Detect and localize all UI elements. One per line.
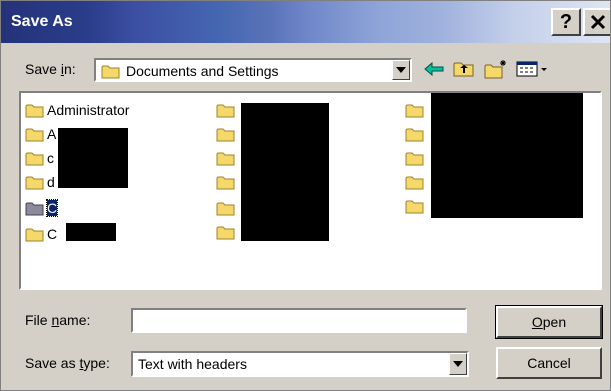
folder-icon xyxy=(25,152,44,165)
file-name-label: File name: xyxy=(25,312,91,328)
chevron-down-icon[interactable] xyxy=(392,60,410,80)
back-arrow-icon[interactable] xyxy=(421,57,447,81)
redaction-block xyxy=(241,103,329,241)
file-name-field[interactable] xyxy=(131,308,467,333)
close-button[interactable] xyxy=(583,8,610,36)
folder-icon xyxy=(25,228,44,241)
open-button[interactable]: Open xyxy=(495,305,603,339)
folder-icon xyxy=(405,128,424,142)
list-item[interactable]: Administrator xyxy=(25,99,129,120)
folder-icon xyxy=(405,104,424,118)
folder-icon xyxy=(216,104,235,118)
file-list[interactable]: Administrator A c d C C xyxy=(19,91,602,290)
list-item[interactable]: d xyxy=(25,171,55,192)
folder-icon xyxy=(216,176,235,190)
save-as-type-label: Save as type: xyxy=(25,355,110,371)
folder-icon xyxy=(405,152,424,166)
folder-icon xyxy=(216,128,235,142)
cancel-button[interactable]: Cancel xyxy=(496,347,602,379)
save-as-type-dropdown[interactable]: Text with headers xyxy=(131,351,469,377)
folder-icon xyxy=(25,176,44,189)
redaction-block xyxy=(431,93,583,218)
list-item[interactable]: A xyxy=(25,123,56,144)
new-folder-icon[interactable] xyxy=(483,57,509,81)
folder-icon xyxy=(405,176,424,190)
folder-icon xyxy=(25,202,44,215)
title-bar: Save As ? xyxy=(1,1,610,43)
redaction-block xyxy=(66,223,116,241)
folder-icon xyxy=(216,226,235,240)
chevron-down-icon[interactable] xyxy=(449,353,467,375)
help-button[interactable]: ? xyxy=(551,8,581,36)
save-in-dropdown[interactable]: Documents and Settings xyxy=(94,58,412,82)
view-menu-icon[interactable] xyxy=(515,57,551,81)
folder-icon xyxy=(216,202,235,216)
folder-icon xyxy=(101,65,120,79)
up-one-level-icon[interactable] xyxy=(451,57,477,81)
close-icon xyxy=(590,14,606,30)
save-as-type-value: Text with headers xyxy=(138,356,247,372)
redaction-block xyxy=(58,128,128,188)
folder-icon xyxy=(216,152,235,166)
list-item[interactable]: C xyxy=(25,223,57,244)
window-title: Save As xyxy=(11,13,73,30)
save-in-value: Documents and Settings xyxy=(126,63,279,79)
list-item-selected[interactable]: C xyxy=(25,197,59,218)
save-in-label: Save in: xyxy=(25,61,76,77)
folder-icon xyxy=(405,200,424,214)
list-item[interactable]: c xyxy=(25,147,54,168)
folder-icon xyxy=(25,104,44,117)
folder-icon xyxy=(25,128,44,141)
save-as-dialog: Save As ? Save in: Documents and Setting… xyxy=(0,0,611,391)
